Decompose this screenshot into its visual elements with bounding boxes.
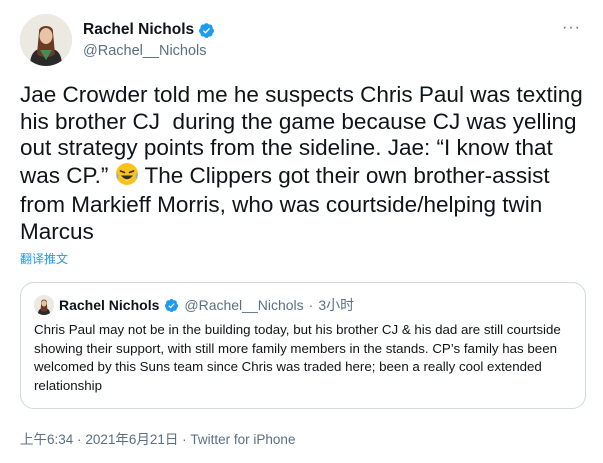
author-avatar[interactable] — [20, 14, 72, 66]
meta-separator: · — [182, 432, 187, 447]
translate-tweet-link[interactable]: 翻译推文 — [20, 250, 68, 267]
quoted-tweet-card[interactable]: Rachel Nichols @Rachel__Nichols · 3小时 Ch… — [20, 282, 586, 409]
tweet-date[interactable]: 2021年6月21日 — [85, 432, 178, 447]
quoted-author-handle[interactable]: @Rachel__Nichols — [184, 297, 303, 313]
verified-badge-icon — [198, 22, 215, 39]
author-avatar-image — [20, 14, 72, 66]
tweet-source[interactable]: Twitter for iPhone — [190, 432, 295, 447]
author-name[interactable]: Rachel Nichols — [83, 21, 194, 39]
meta-separator: · — [77, 432, 82, 447]
tweet-meta: 上午6:34 · 2021年6月21日 · Twitter for iPhone — [20, 428, 295, 448]
author-block: Rachel Nichols @Rachel__Nichols — [83, 21, 215, 59]
quoted-tweet-header: Rachel Nichols @Rachel__Nichols · 3小时 — [34, 295, 354, 315]
tweet-time[interactable]: 上午6:34 — [20, 432, 73, 447]
quoted-separator: · — [308, 297, 314, 313]
more-options-icon[interactable]: ··· — [562, 19, 581, 37]
quoted-tweet-text: Chris Paul may not be in the building to… — [34, 322, 561, 393]
verified-badge-icon — [164, 298, 179, 313]
laughing-crying-emoji-icon — [115, 162, 139, 193]
quoted-author-avatar[interactable] — [34, 295, 54, 315]
author-handle[interactable]: @Rachel__Nichols — [83, 43, 215, 59]
tweet-text: Jae Crowder told me he suspects Chris Pa… — [20, 82, 586, 245]
quoted-timestamp[interactable]: 3小时 — [318, 295, 354, 315]
quoted-author-name[interactable]: Rachel Nichols — [59, 297, 159, 313]
